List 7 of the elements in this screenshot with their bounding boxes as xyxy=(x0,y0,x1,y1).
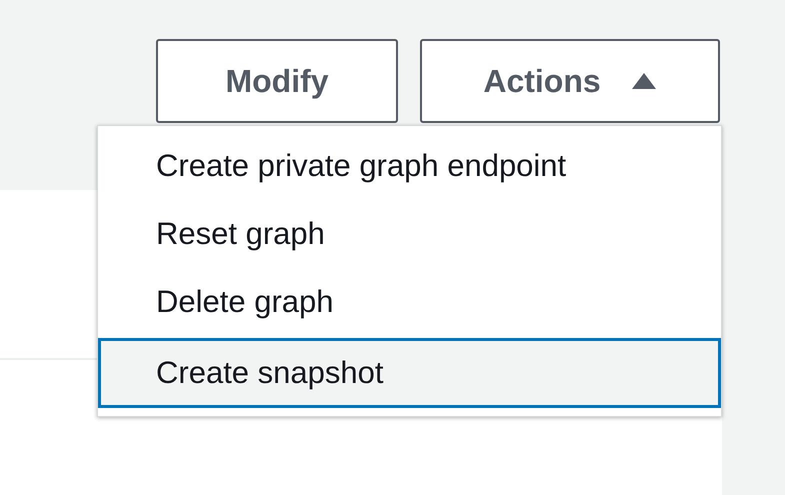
menu-item[interactable]: Create snapshot xyxy=(98,338,721,408)
menu-item[interactable]: Create private graph endpoint xyxy=(98,134,721,198)
caret-icon xyxy=(630,72,657,90)
actions-button[interactable]: Actions xyxy=(420,39,720,123)
modify-button[interactable]: Modify xyxy=(156,39,398,123)
menu-item[interactable]: Reset graph xyxy=(98,202,721,266)
menu-item[interactable]: Delete graph xyxy=(98,270,721,334)
